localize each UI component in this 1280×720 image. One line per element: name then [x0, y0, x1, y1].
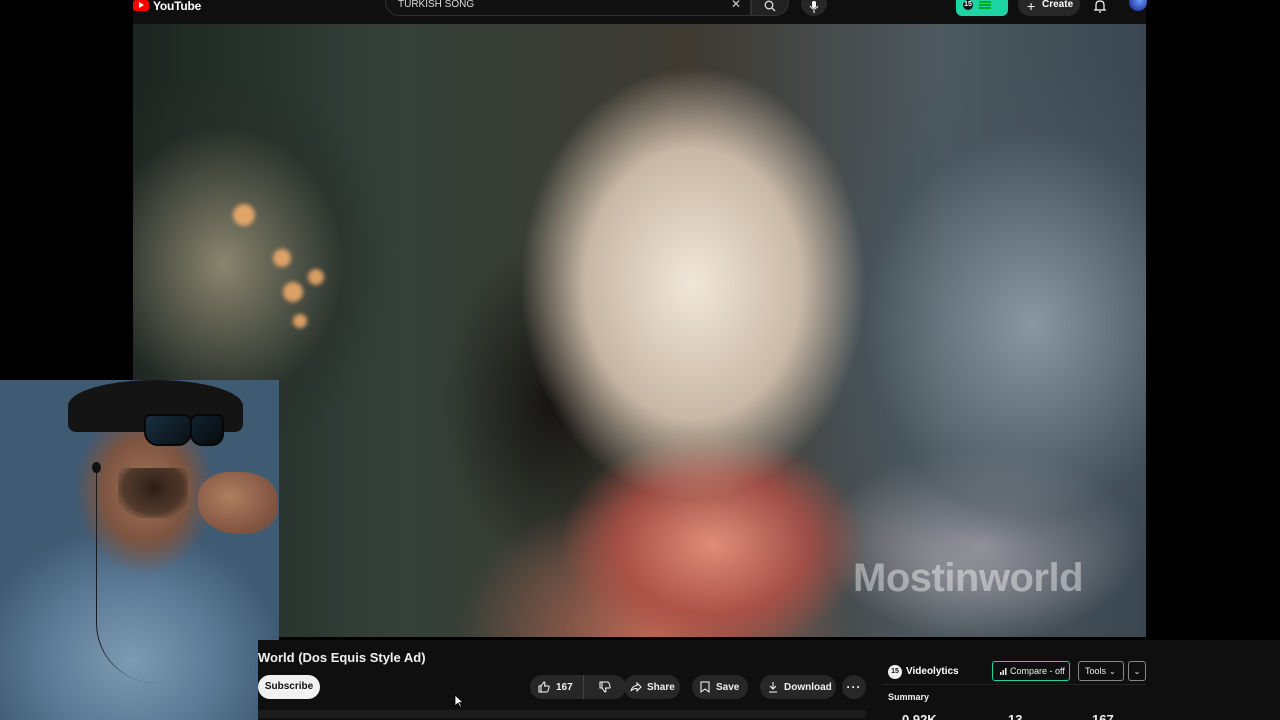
account-avatar[interactable]	[1129, 0, 1147, 11]
voice-search-button[interactable]	[801, 0, 827, 16]
description-box[interactable]	[258, 710, 866, 718]
bell-icon[interactable]	[1093, 0, 1107, 13]
clear-icon[interactable]: ✕	[731, 0, 741, 11]
video-player[interactable]: Mostinworld	[133, 24, 1146, 637]
create-button[interactable]: + Create	[1018, 0, 1080, 16]
search-query: TURKISH SONG	[398, 0, 475, 10]
chevron-down-icon: ⌄	[1109, 666, 1116, 676]
youtube-logo[interactable]: YouTube	[133, 0, 202, 13]
earbud	[92, 462, 101, 473]
share-button[interactable]: Share	[624, 675, 680, 699]
search-button[interactable]	[751, 0, 789, 16]
download-icon	[769, 682, 777, 693]
video-title: World (Dos Equis Style Ad)	[258, 650, 426, 665]
tools-label: Tools	[1085, 666, 1107, 676]
search-icon	[764, 0, 776, 12]
summary-stat-views: 0.92K	[902, 712, 937, 720]
compare-label: Compare - off	[1010, 666, 1065, 676]
youtube-logo-icon	[133, 0, 149, 11]
bokeh-light	[233, 204, 255, 226]
videolytics-extension-button[interactable]: 15	[956, 0, 1008, 16]
like-count: 167	[556, 681, 573, 693]
tools-dropdown[interactable]: Tools ⌄	[1078, 661, 1124, 681]
share-icon	[630, 682, 642, 692]
dislike-button[interactable]	[584, 675, 626, 699]
summary-stat-comments: 13	[1008, 712, 1023, 720]
bar-chart-icon	[1000, 667, 1007, 675]
extension-badge: 15	[963, 0, 973, 10]
beard	[118, 468, 188, 518]
search-input[interactable]: TURKISH SONG ✕	[385, 0, 751, 16]
summary-heading: Summary	[888, 692, 930, 702]
masthead: YouTube TURKISH SONG ✕ 15 + Create	[133, 0, 1147, 24]
bokeh-light	[308, 269, 324, 285]
panel-divider	[882, 684, 1146, 685]
save-icon	[700, 681, 710, 693]
more-icon: ···	[846, 680, 862, 694]
hand	[198, 472, 278, 534]
share-label: Share	[647, 681, 675, 693]
save-button[interactable]: Save	[692, 675, 748, 699]
download-label: Download	[784, 681, 832, 693]
plus-icon: +	[1027, 0, 1036, 14]
webcam-overlay	[0, 380, 279, 720]
videolytics-name: Videolytics	[906, 666, 959, 677]
menu-icon	[979, 1, 991, 9]
bokeh-light	[283, 282, 303, 302]
like-button[interactable]: 167	[530, 675, 584, 699]
download-button[interactable]: Download	[760, 675, 836, 699]
compare-toggle[interactable]: Compare - off	[992, 661, 1070, 681]
more-actions-button[interactable]: ···	[842, 675, 866, 699]
videolytics-logo-icon: 15	[888, 665, 902, 679]
video-watermark: Mostinworld	[853, 556, 1084, 600]
subscribe-button[interactable]: Subscribe	[258, 675, 320, 699]
videolytics-panel: 15 Videolytics Compare - off Tools ⌄ ⌄ S…	[882, 658, 1146, 720]
like-icon	[538, 681, 550, 693]
chevron-down-icon: ⌄	[1133, 666, 1141, 676]
bokeh-light	[293, 314, 307, 328]
sunglasses	[86, 412, 226, 448]
mic-icon	[809, 1, 819, 13]
save-label: Save	[716, 681, 740, 693]
expand-panel-button[interactable]: ⌄	[1128, 661, 1146, 681]
cursor-icon	[454, 694, 464, 708]
create-label: Create	[1042, 0, 1074, 10]
page: YouTube TURKISH SONG ✕ 15 + Create Mosti…	[0, 0, 1280, 720]
like-dislike-group: 167	[530, 675, 626, 699]
logo-text: YouTube	[153, 0, 202, 13]
dislike-icon	[599, 681, 611, 693]
summary-stat-likes: 167	[1092, 712, 1114, 720]
bokeh-light	[273, 249, 291, 267]
